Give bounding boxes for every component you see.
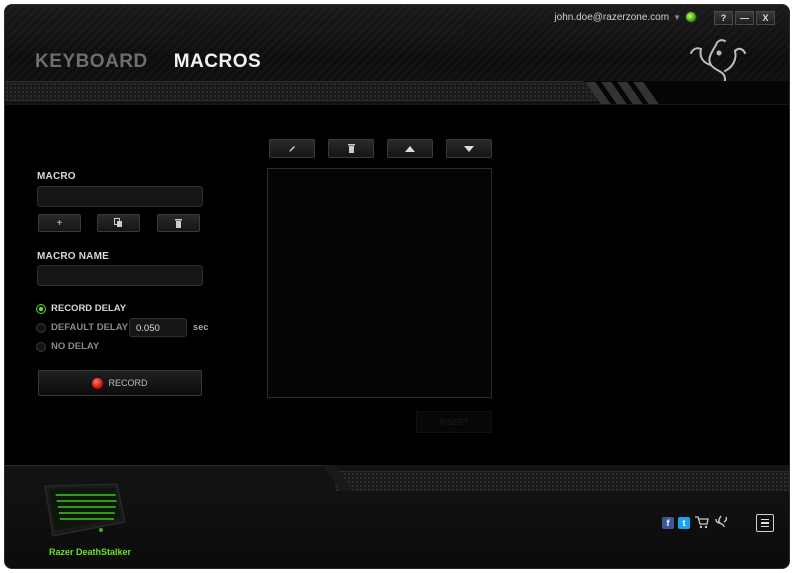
menu-line — [761, 525, 769, 528]
menu-button[interactable] — [756, 514, 774, 532]
radio-off-icon[interactable] — [36, 341, 46, 352]
main-tabs: KEYBOARD MACROS — [35, 51, 261, 73]
keyboard-device-image[interactable] — [39, 480, 131, 540]
move-down-button[interactable] — [446, 139, 492, 158]
radio-record-delay-label: RECORD DELAY — [51, 303, 127, 314]
header: john.doe@razerzone.com ▼ ? — X KEYBOARD … — [5, 5, 789, 105]
close-button[interactable]: X — [756, 11, 775, 25]
insert-button[interactable]: INSERT — [416, 411, 492, 433]
tab-keyboard[interactable]: KEYBOARD — [35, 51, 148, 73]
edit-event-button[interactable] — [269, 139, 315, 158]
record-button[interactable]: RECORD — [38, 370, 202, 396]
trash-icon — [175, 218, 182, 228]
header-strip — [5, 81, 789, 104]
macro-name-input[interactable] — [37, 265, 203, 286]
triangle-up-icon — [405, 145, 415, 152]
radio-default-delay[interactable]: DEFAULT DELAY — [36, 322, 128, 333]
default-delay-input[interactable]: 0.050 — [129, 318, 187, 337]
app-window: john.doe@razerzone.com ▼ ? — X KEYBOARD … — [4, 4, 790, 569]
radio-default-delay-label: DEFAULT DELAY — [51, 322, 129, 333]
copy-macro-button[interactable] — [97, 214, 140, 232]
window-controls: ? — X — [714, 11, 775, 25]
macro-label: MACRO — [37, 171, 76, 182]
delete-event-button[interactable] — [328, 139, 374, 158]
razer-snake-icon[interactable] — [713, 514, 729, 530]
macro-events-list[interactable] — [267, 168, 492, 398]
pencil-icon — [289, 145, 295, 152]
cart-icon[interactable] — [695, 516, 709, 529]
radio-record-delay[interactable]: RECORD DELAY — [36, 303, 126, 314]
account-email[interactable]: john.doe@razerzone.com — [554, 12, 669, 23]
insert-label: INSERT — [439, 417, 469, 427]
facebook-icon[interactable]: f — [662, 517, 674, 529]
default-delay-value: 0.050 — [136, 323, 160, 334]
menu-line — [761, 522, 769, 524]
copy-icon — [114, 218, 122, 227]
help-button[interactable]: ? — [714, 11, 733, 25]
record-label: RECORD — [108, 378, 148, 388]
menu-line — [761, 518, 769, 521]
move-up-button[interactable] — [387, 139, 433, 158]
record-dot-icon — [92, 377, 104, 389]
trash-icon — [347, 144, 355, 153]
minimize-button[interactable]: — — [735, 11, 754, 25]
radio-no-delay[interactable]: NO DELAY — [36, 341, 99, 352]
tab-macros[interactable]: MACROS — [174, 51, 261, 73]
add-macro-button[interactable]: + — [38, 214, 81, 232]
device-name: Razer DeathStalker — [49, 547, 132, 557]
radio-no-delay-label: NO DELAY — [51, 341, 100, 352]
twitter-icon[interactable]: t — [678, 517, 690, 529]
online-status-icon — [685, 11, 697, 23]
account-dropdown-icon[interactable]: ▼ — [673, 13, 681, 22]
radio-off-icon[interactable] — [36, 322, 46, 333]
account-area[interactable]: john.doe@razerzone.com ▼ — [554, 11, 697, 23]
triangle-down-icon — [464, 145, 474, 152]
delete-macro-button[interactable] — [157, 214, 200, 232]
macro-select[interactable] — [37, 186, 203, 207]
add-label: + — [56, 217, 63, 229]
macro-name-label: MACRO NAME — [37, 251, 109, 262]
radio-on-icon[interactable] — [36, 303, 46, 314]
delay-unit: sec — [193, 322, 209, 332]
